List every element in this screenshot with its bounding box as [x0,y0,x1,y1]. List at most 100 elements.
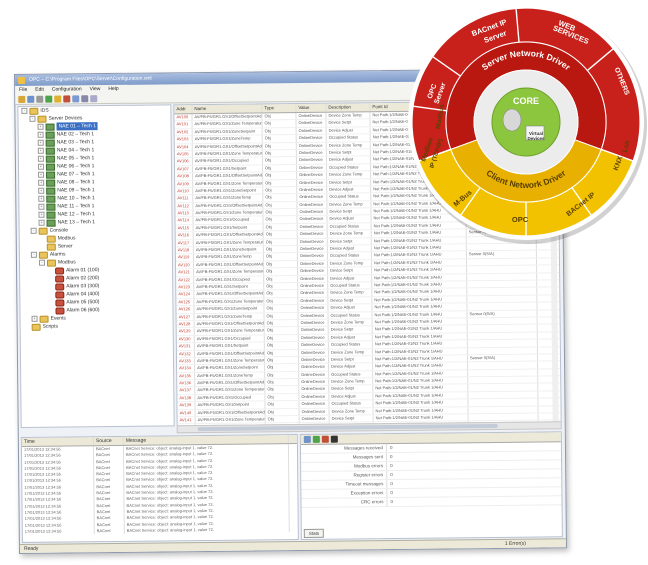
expander-icon[interactable]: + [37,131,44,138]
properties-icon[interactable] [72,94,80,102]
table-cell: AV120 [175,261,195,269]
expander-icon[interactable]: - [29,115,36,122]
menu-edit[interactable]: Edit [35,86,44,94]
column-header[interactable]: Name [192,104,263,114]
table-cell: AV/FB-F5/GR1.GS1/Zone Temperature [195,386,266,394]
table-cell: Net Path:1/2/NAE-01/N2 Trunk 1/AHU [372,296,468,304]
table-cell [467,265,538,273]
expander-icon[interactable]: + [37,139,44,146]
table-cell: AV/FB-F5/GR1.GS1/Setpoint [193,224,264,232]
save-icon[interactable] [27,95,35,103]
table-cell: OnlineDevice [299,371,330,379]
error-count: 1 Error(s) [504,540,526,547]
table-cell: Obj [264,327,299,335]
folder-icon [39,315,49,323]
open-icon[interactable] [18,95,26,103]
expander-icon[interactable]: + [31,315,38,322]
table-cell: AV103 [174,136,193,143]
table-cell: OnlineDevice [299,415,330,423]
record-icon[interactable] [330,435,338,443]
table-cell: Device Setpt [328,326,373,334]
expander-icon[interactable]: + [37,163,45,170]
menu-view[interactable]: View [90,85,101,93]
table-cell: Obj [264,268,299,275]
expander-icon[interactable]: + [38,219,45,226]
table-cell: AV127 [176,313,195,321]
expander-icon[interactable]: + [38,171,45,178]
expander-icon[interactable]: + [38,211,45,218]
column-header[interactable]: Value [296,103,327,113]
table-cell: OnlineDevice [298,349,329,356]
network-driver-wheel: Server Network DriverClient Network Driv… [408,4,647,244]
help-icon[interactable] [90,94,98,102]
table-cell: Obj [263,246,298,253]
column-header[interactable]: Time [21,437,94,446]
table-cell: OnlineDevice [299,408,330,416]
status-text: Ready [23,545,39,552]
table-cell [467,273,538,281]
table-cell: AV/FB-F5/GR1.GS1/Zone Temperature [194,327,265,335]
table-cell: AV136 [177,380,196,387]
table-cell: AV/FB-F5/GR1.GS1/ZoneTemp [193,194,264,202]
table-cell: Obj [262,127,297,135]
table-cell: AV/FB-F5/GR1.GS1/ZoneTemp [195,372,266,380]
pause-icon[interactable] [321,435,329,443]
refresh-icon[interactable] [81,94,89,102]
tree-node[interactable]: Scripts [21,321,173,331]
segment-opc: OPC [512,215,529,224]
expander-icon[interactable]: + [38,187,45,194]
tab-stats[interactable]: Stats [303,528,325,538]
stat-value: 0 [389,445,393,451]
expander-icon[interactable]: - [30,251,37,258]
menu-file[interactable]: File [19,86,27,94]
table-cell: AV126 [176,306,195,313]
table-cell: AV/FB-F5/GR1.GS1/OffsetSetpointAdjust [193,202,264,210]
table-cell: AV134 [177,365,196,372]
alarm-icon [55,266,65,275]
stat-label: CRC errors [301,498,388,508]
table-cell: Sensor 0(S/A) [467,354,539,362]
expander-icon[interactable]: - [30,227,37,234]
column-header[interactable]: Type [262,104,297,113]
device-icon [45,155,55,163]
table-cell: Obj [265,401,300,409]
table-cell: Device Setpt [328,356,374,363]
run-icon[interactable] [45,95,53,103]
table-cell: Obj [262,164,298,172]
table-cell: Device Zone Temp [327,171,372,179]
start-icon[interactable] [312,435,320,443]
table-cell [467,317,538,325]
table-cell: AV116 [175,232,194,239]
reset-icon[interactable] [303,435,311,443]
expander-icon[interactable]: + [38,195,45,202]
table-cell: Obj [265,416,300,423]
table-cell: OnlineDevice [298,341,329,349]
table-cell: Obj [264,312,299,320]
expander-icon[interactable]: + [37,155,44,162]
expander-icon[interactable]: + [37,123,44,130]
expander-icon[interactable]: - [21,107,28,114]
table-cell: Device Adjust [328,274,373,282]
menu-help[interactable]: Help [108,85,118,93]
expander-icon[interactable]: - [38,259,46,266]
table-cell: AV/FB-F5/GR1.GS1/Occupied [193,216,264,224]
table-cell: Net Path:1/2/NAE-01/N2 Trunk 1/AHU [373,399,469,407]
expander-icon[interactable]: + [38,203,45,210]
expander-icon[interactable]: + [37,147,44,154]
table-cell: AV/FB-F5/GR1.GS1/Occupied [194,335,265,343]
menu-configuration[interactable]: Configuration [52,85,82,93]
table-cell: AV104 [174,143,193,151]
print-icon[interactable] [36,95,44,103]
table-cell [467,295,538,303]
table-cell: Net Path:1/2/NAE-01/N2 Trunk 1/AHU [372,347,468,356]
expander-icon[interactable]: + [38,179,45,186]
column-header[interactable]: Addr [174,105,193,114]
column-header[interactable]: Description [326,103,371,112]
table-cell: AV111 [175,195,194,203]
folder-icon[interactable] [54,95,62,103]
table-cell: AV/FB-F5/GR1.GS1/Setpoint [194,342,265,350]
column-header[interactable]: Source [93,436,124,446]
table-cell: Obj [263,172,298,179]
stop-icon[interactable] [63,94,71,102]
table-cell: Obj [262,113,297,120]
